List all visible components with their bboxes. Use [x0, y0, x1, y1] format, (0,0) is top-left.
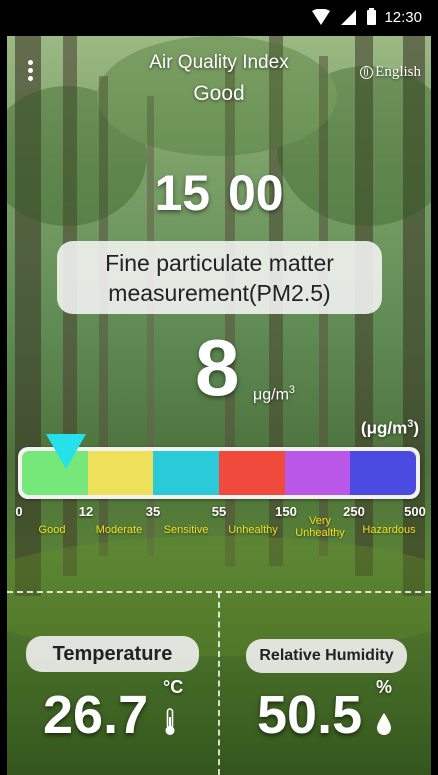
- water-drop-icon: [377, 713, 391, 735]
- scale-segment-sensitive: [153, 451, 220, 495]
- scale-segment-moderate: [87, 451, 154, 495]
- scale-tick: 55: [211, 504, 227, 519]
- language-label: English: [375, 64, 421, 80]
- scale-segment-very-unhealthy: [284, 451, 351, 495]
- category-label: Good: [38, 524, 66, 536]
- scale-segment-hazardous: [350, 451, 417, 495]
- battery-icon: [367, 8, 376, 25]
- category-label: Unhealthy: [228, 524, 278, 536]
- humidity-label: Relative Humidity: [246, 639, 407, 673]
- category-label: Moderate: [95, 524, 143, 536]
- temperature-label: Temperature: [26, 636, 199, 672]
- reading-unit-text: μg/m: [253, 386, 289, 404]
- pollutant-line-2: measurement(PM2.5): [108, 280, 331, 306]
- scale-tick: 150: [275, 504, 297, 519]
- scale-unit: (μg/m3): [361, 418, 419, 439]
- scale-segment-unhealthy: [219, 451, 285, 495]
- humidity-unit: %: [376, 677, 393, 697]
- temperature-value: 26.7: [43, 685, 149, 745]
- reading-unit: μg/m3: [253, 384, 295, 404]
- globe-icon: [360, 66, 374, 79]
- status-time: 12:30: [384, 9, 422, 26]
- pollutant-label: Fine particulate matter measurement(PM2.…: [57, 241, 382, 314]
- scale-unit-suffix: ): [413, 418, 419, 438]
- category-label-line-2: Unhealthy: [295, 527, 345, 539]
- clock-time: 15 00: [154, 165, 284, 221]
- temperature-unit: °C: [163, 677, 184, 697]
- pollutant-line-1: Fine particulate matter: [105, 250, 334, 276]
- scale-tick: 250: [343, 504, 365, 519]
- language-switch[interactable]: English: [360, 64, 421, 81]
- scale-unit-text: (μg/m: [360, 418, 408, 438]
- level-marker-icon: [46, 434, 86, 469]
- thermometer-icon: [165, 708, 175, 735]
- category-label: Hazardous: [362, 524, 416, 536]
- category-label-line-1: Very: [308, 515, 332, 527]
- app-screen: Air Quality Index Good English 15 00 Fin…: [7, 36, 431, 775]
- pm25-reading: 8: [195, 323, 240, 412]
- reading-unit-sup: 3: [288, 384, 296, 396]
- aqi-level: Good: [193, 82, 245, 105]
- humidity-value: 50.5: [257, 685, 363, 745]
- scale-tick: 0: [15, 504, 23, 519]
- signal-icon: [341, 10, 356, 25]
- divider-vertical: [218, 592, 220, 775]
- scale-tick: 12: [78, 504, 94, 519]
- category-label: Very Unhealthy: [295, 515, 345, 539]
- scale-tick: 35: [145, 504, 161, 519]
- status-bar: 12:30: [0, 0, 438, 36]
- category-label: Sensitive: [163, 524, 209, 536]
- wifi-icon: [312, 9, 330, 25]
- scale-tick: 500: [404, 504, 426, 519]
